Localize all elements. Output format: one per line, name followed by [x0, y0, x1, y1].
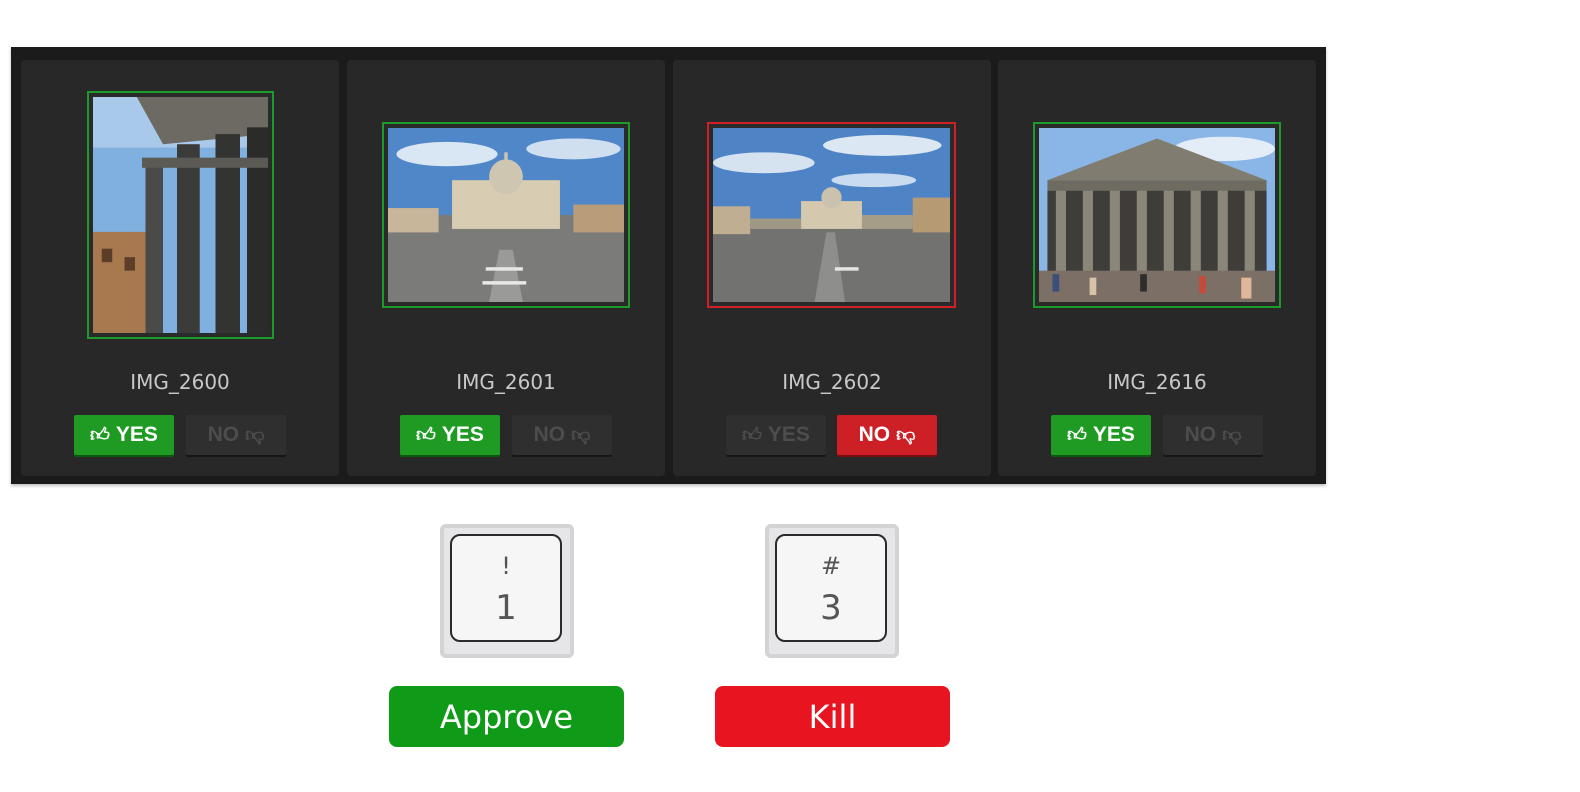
photo-review-panel: IMG_2600 👍︎ YES NO 👎︎ IMG_2601 👍︎ YES NO… — [11, 47, 1326, 484]
yes-button[interactable]: 👍︎ YES — [726, 415, 826, 455]
keycap-face: ! 1 — [450, 534, 562, 642]
keycap-shift-symbol: # — [820, 552, 842, 580]
yes-button[interactable]: 👍︎ YES — [1051, 415, 1151, 455]
thumbs-up-icon: 👍︎ — [1067, 424, 1087, 446]
thumbs-down-icon: 👎︎ — [245, 424, 265, 446]
photo-filename: IMG_2600 — [130, 370, 230, 394]
photo-card: IMG_2616 👍︎ YES NO 👎︎ — [998, 60, 1316, 476]
no-label: NO — [1184, 423, 1217, 446]
yes-label: YES — [115, 423, 158, 446]
photo-thumbnail-frame[interactable] — [1033, 122, 1281, 308]
yes-button[interactable]: 👍︎ YES — [400, 415, 500, 455]
no-button[interactable]: NO 👎︎ — [837, 415, 937, 455]
yes-label: YES — [767, 423, 810, 446]
photo-thumbnail-frame[interactable] — [707, 122, 956, 308]
thumbs-up-icon: 👍︎ — [742, 424, 762, 446]
photo-filename: IMG_2601 — [456, 370, 556, 394]
photo-card: IMG_2600 👍︎ YES NO 👎︎ — [21, 60, 339, 476]
photo-thumbnail-frame[interactable] — [382, 122, 630, 308]
photo-thumbnail — [1039, 128, 1275, 302]
photo-card: IMG_2602 👍︎ YES NO 👎︎ — [673, 60, 991, 476]
thumbs-up-icon: 👍︎ — [416, 424, 436, 446]
photo-filename: IMG_2616 — [1107, 370, 1207, 394]
yes-button[interactable]: 👍︎ YES — [74, 415, 174, 455]
key-1-keycap: ! 1 — [440, 524, 574, 658]
no-label: NO — [533, 423, 566, 446]
approve-button[interactable]: Approve — [389, 686, 624, 747]
photo-thumbnail-frame[interactable] — [87, 91, 274, 339]
thumbs-down-icon: 👎︎ — [1222, 424, 1242, 446]
kill-button[interactable]: Kill — [715, 686, 950, 747]
thumbs-up-icon: 👍︎ — [90, 424, 110, 446]
no-label: NO — [858, 423, 891, 446]
thumbs-down-icon: 👎︎ — [896, 424, 916, 446]
yes-label: YES — [1092, 423, 1135, 446]
photo-card: IMG_2601 👍︎ YES NO 👎︎ — [347, 60, 665, 476]
photo-thumbnail — [713, 128, 950, 302]
photo-filename: IMG_2602 — [782, 370, 882, 394]
keycap-face: # 3 — [775, 534, 887, 642]
photo-thumbnail — [93, 97, 268, 333]
yes-label: YES — [441, 423, 484, 446]
no-button[interactable]: NO 👎︎ — [512, 415, 612, 455]
key-3-keycap: # 3 — [765, 524, 899, 658]
no-button[interactable]: NO 👎︎ — [186, 415, 286, 455]
no-button[interactable]: NO 👎︎ — [1163, 415, 1263, 455]
keycap-main-symbol: 1 — [495, 588, 517, 628]
photo-thumbnail — [388, 128, 624, 302]
no-label: NO — [207, 423, 240, 446]
keycap-shift-symbol: ! — [501, 552, 511, 580]
keycap-main-symbol: 3 — [820, 588, 842, 628]
thumbs-down-icon: 👎︎ — [571, 424, 591, 446]
